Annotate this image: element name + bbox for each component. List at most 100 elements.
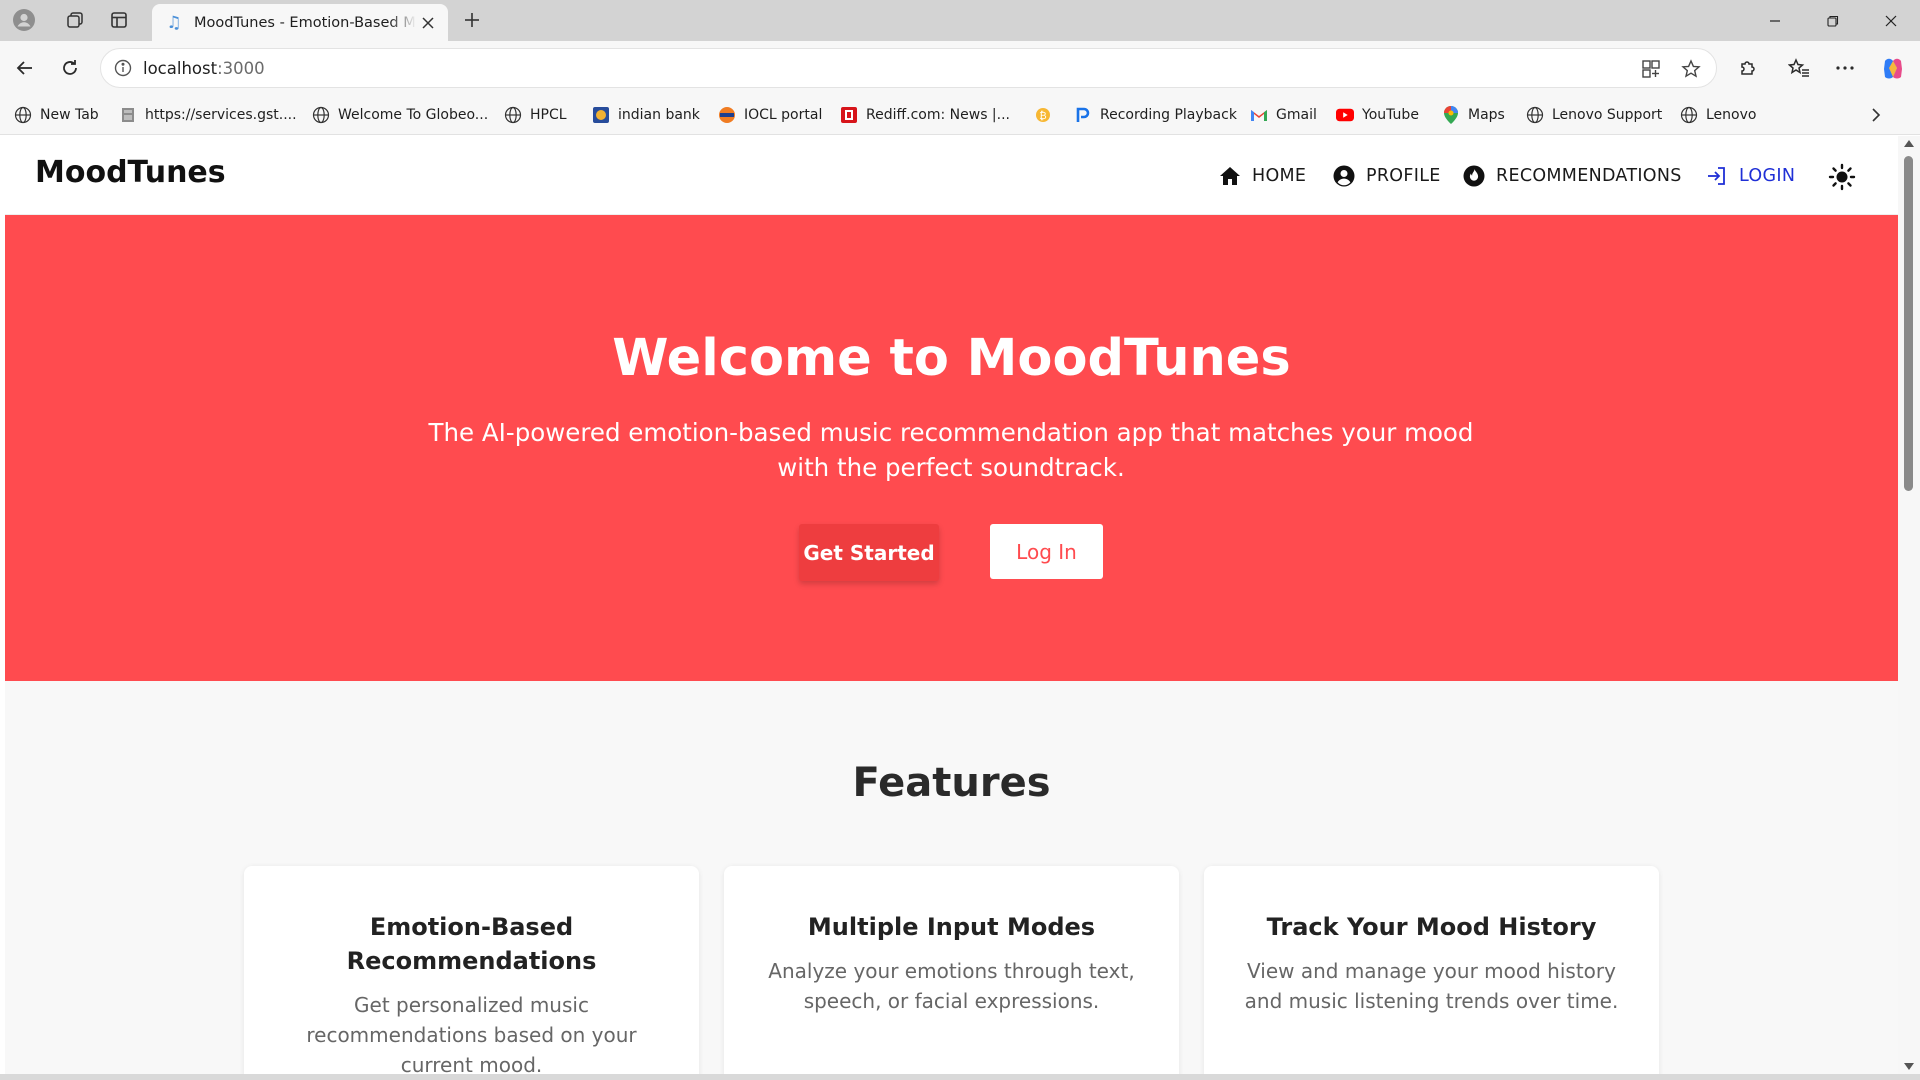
nav-recommendations[interactable]: RECOMMENDATIONS	[1462, 162, 1682, 190]
feature-card-title: Emotion-Based Recommendations	[346, 913, 597, 975]
globe-icon	[312, 106, 330, 124]
whatshot-icon	[1462, 164, 1486, 188]
bank-icon	[592, 106, 610, 124]
browser-toolbar: localhost:3000	[0, 41, 1920, 95]
close-window-button[interactable]	[1862, 0, 1920, 41]
feature-card: Track Your Mood History View and manage …	[1204, 866, 1659, 1074]
app-navbar: MoodTunes HOME PROFILE RECOMMENDATIONS L…	[5, 136, 1898, 215]
app-available-icon[interactable]	[1639, 57, 1663, 81]
tab-title: MoodTunes - Emotion-Based Music Recommen…	[194, 14, 416, 31]
bookmark-lenovo[interactable]: Lenovo	[1680, 103, 1756, 127]
bookmark-label: YouTube	[1362, 107, 1419, 123]
nav-profile[interactable]: PROFILE	[1332, 162, 1441, 190]
bookmark-globeo[interactable]: Welcome To Globeo...	[312, 103, 488, 127]
tab-actions-icon[interactable]	[103, 5, 135, 35]
nav-profile-label: PROFILE	[1366, 166, 1441, 186]
back-button[interactable]	[10, 53, 40, 83]
browser-tab[interactable]: ♫ MoodTunes - Emotion-Based Music Recomm…	[152, 4, 448, 41]
emblem-icon	[119, 106, 137, 124]
bookmark-label: HPCL	[530, 107, 567, 123]
globe-icon	[1680, 106, 1698, 124]
globe-icon	[1526, 106, 1544, 124]
workspaces-icon[interactable]	[59, 5, 91, 35]
extensions-icon[interactable]	[1733, 53, 1763, 83]
iocl-icon	[718, 106, 736, 124]
feature-card-title: Multiple Input Modes	[807, 913, 1096, 941]
nav-home[interactable]: HOME	[1218, 162, 1306, 190]
bookmark-label: Welcome To Globeo...	[338, 107, 489, 123]
app-logo[interactable]: MoodTunes	[35, 155, 226, 190]
svg-text:₿: ₿	[1039, 110, 1046, 122]
globe-icon	[504, 106, 522, 124]
bookmark-label: IOCL portal	[744, 107, 823, 123]
hero-subtitle: The AI-powered emotion-based music recom…	[428, 418, 1474, 482]
rediff-icon	[840, 106, 858, 124]
play-p-icon	[1074, 106, 1092, 124]
log-in-button[interactable]: Log In	[990, 524, 1103, 579]
account-circle-icon	[1332, 164, 1356, 188]
new-tab-button[interactable]	[456, 5, 488, 35]
bookmarks-bar: New Tab https://services.gst.... Welcome…	[0, 95, 1920, 135]
profile-icon[interactable]	[8, 5, 40, 35]
bookmark-label: Gmail	[1276, 107, 1317, 123]
scroll-up-arrow-icon[interactable]	[1904, 140, 1914, 147]
home-icon	[1218, 164, 1242, 188]
favorites-icon[interactable]	[1784, 53, 1814, 83]
bookmark-label: Rediff.com: News |...	[866, 107, 1010, 123]
minimize-button[interactable]	[1746, 0, 1804, 41]
bookmark-label: Recording Playback	[1100, 107, 1237, 123]
window-bottom-edge	[0, 1074, 1920, 1080]
feature-card-text: Get personalized music recommendations b…	[306, 993, 637, 1074]
bookmark-label: Maps	[1468, 107, 1505, 123]
bookmark-label: https://services.gst....	[145, 107, 297, 123]
bookmark-iocl-portal[interactable]: IOCL portal	[718, 103, 822, 127]
bookmark-label: Lenovo Support	[1552, 107, 1663, 123]
address-bar[interactable]: localhost:3000	[100, 48, 1717, 88]
bookmark-gmail[interactable]: Gmail	[1250, 103, 1317, 127]
chevron-right-icon[interactable]	[1864, 103, 1888, 127]
bookmark-indian-bank[interactable]: indian bank	[592, 103, 700, 127]
bookmark-hpcl[interactable]: HPCL	[504, 103, 567, 127]
scroll-down-arrow-icon[interactable]	[1904, 1063, 1914, 1070]
close-tab-icon[interactable]	[418, 13, 438, 33]
site-info-icon[interactable]	[113, 58, 133, 78]
feature-card-text: Analyze your emotions through text, spee…	[768, 959, 1135, 1013]
feature-card: Emotion-Based Recommendations Get person…	[244, 866, 699, 1074]
bookmark-new-tab[interactable]: New Tab	[14, 103, 99, 127]
nav-login[interactable]: LOGIN	[1705, 162, 1795, 190]
page-viewport: MoodTunes HOME PROFILE RECOMMENDATIONS L…	[5, 136, 1898, 1074]
restore-button[interactable]	[1804, 0, 1862, 41]
gmail-icon	[1250, 106, 1268, 124]
bookmark-label: Lenovo	[1706, 107, 1757, 123]
feature-card-title: Track Your Mood History	[1266, 913, 1597, 941]
bookmark-gst-services[interactable]: https://services.gst....	[119, 103, 297, 127]
url-text: localhost:3000	[143, 59, 265, 78]
feature-card-text: View and manage your mood history and mu…	[1244, 959, 1619, 1013]
sun-icon[interactable]	[1827, 162, 1857, 192]
refresh-button[interactable]	[55, 53, 85, 83]
more-menu-icon[interactable]	[1830, 53, 1860, 83]
bookmark-coin[interactable]: ₿	[1034, 103, 1060, 127]
bookmark-youtube[interactable]: YouTube	[1336, 103, 1419, 127]
browser-titlebar: ♫ MoodTunes - Emotion-Based Music Recomm…	[0, 0, 1920, 41]
bookmark-lenovo-support[interactable]: Lenovo Support	[1526, 103, 1662, 127]
coin-icon: ₿	[1034, 106, 1052, 124]
copilot-icon[interactable]	[1878, 53, 1908, 83]
hero-title: Welcome to MoodTunes	[612, 329, 1291, 388]
get-started-button[interactable]: Get Started	[799, 524, 939, 581]
music-note-icon: ♫	[166, 12, 182, 33]
bookmark-label: indian bank	[618, 107, 700, 123]
youtube-icon	[1336, 106, 1354, 124]
bookmark-maps[interactable]: Maps	[1442, 103, 1505, 127]
hero-section: Welcome to MoodTunes The AI-powered emot…	[5, 215, 1898, 681]
scroll-thumb[interactable]	[1904, 156, 1913, 491]
login-icon	[1705, 164, 1729, 188]
nav-home-label: HOME	[1252, 166, 1307, 186]
page-scrollbar[interactable]	[1898, 136, 1920, 1074]
favorite-star-icon[interactable]	[1679, 57, 1703, 81]
bookmark-recording-playback[interactable]: Recording Playback	[1074, 103, 1237, 127]
nav-login-label: LOGIN	[1739, 166, 1796, 186]
bookmark-rediff[interactable]: Rediff.com: News |...	[840, 103, 1010, 127]
globe-icon	[14, 106, 32, 124]
maps-pin-icon	[1442, 106, 1460, 124]
